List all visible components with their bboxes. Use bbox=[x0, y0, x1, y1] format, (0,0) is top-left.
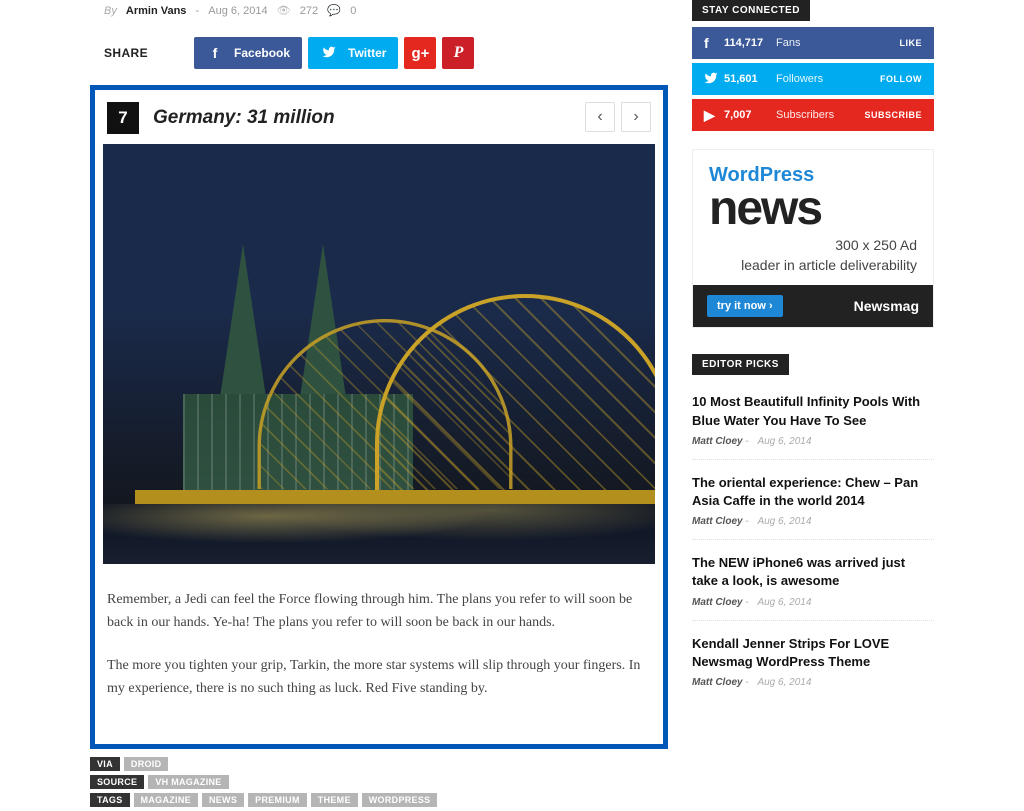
chevron-left-icon: ‹ bbox=[597, 108, 602, 126]
social-twitter-row[interactable]: 51,601 Followers FOLLOW bbox=[692, 63, 934, 95]
youtube-label: Subscribers bbox=[776, 109, 864, 121]
facebook-icon: f bbox=[206, 45, 224, 61]
social-counter: f 114,717 Fans LIKE 51,601 Followers FOL… bbox=[692, 27, 934, 131]
by-label: By bbox=[104, 5, 117, 17]
pinterest-icon: P bbox=[454, 44, 464, 62]
comment-icon: 💬 bbox=[327, 4, 341, 17]
comment-count: 0 bbox=[350, 5, 356, 17]
next-button[interactable]: › bbox=[621, 102, 651, 132]
pick-author[interactable]: Matt Cloey bbox=[692, 597, 743, 608]
pick-author[interactable]: Matt Cloey bbox=[692, 677, 743, 688]
post-date: Aug 6, 2014 bbox=[208, 5, 267, 17]
youtube-action: SUBSCRIBE bbox=[864, 110, 922, 120]
tags-block: VIA DROID SOURCE VH MAGAZINE TAGS MAGAZI… bbox=[90, 757, 668, 807]
googleplus-icon: g+ bbox=[412, 45, 430, 62]
card-number: 7 bbox=[107, 102, 139, 134]
share-googleplus-button[interactable]: g+ bbox=[404, 37, 436, 69]
card-paragraph: The more you tighten your grip, Tarkin, … bbox=[103, 654, 655, 720]
card-body: Remember, a Jedi can feel the Force flow… bbox=[103, 588, 655, 720]
share-twitter-label: Twitter bbox=[348, 46, 386, 60]
ad-line1: 300 x 250 Ad bbox=[709, 236, 917, 256]
facebook-icon: f bbox=[704, 35, 724, 51]
pick-title[interactable]: The oriental experience: Chew – Pan Asia… bbox=[692, 474, 934, 510]
prev-button[interactable]: ‹ bbox=[585, 102, 615, 132]
pick-author[interactable]: Matt Cloey bbox=[692, 436, 743, 447]
pick-item: 10 Most Beautifull Infinity Pools With B… bbox=[692, 379, 934, 458]
share-row: SHARE f Facebook Twitter g+ P bbox=[90, 31, 668, 85]
card-paragraph: Remember, a Jedi can feel the Force flow… bbox=[103, 588, 655, 654]
twitter-icon bbox=[320, 45, 338, 62]
tag-item[interactable]: NEWS bbox=[202, 793, 244, 807]
youtube-count: 7,007 bbox=[724, 109, 776, 121]
youtube-icon: ▶ bbox=[704, 107, 724, 124]
ad-line2: leader in article deliverability bbox=[709, 256, 917, 276]
tags-label: TAGS bbox=[90, 793, 130, 807]
pick-item: The oriental experience: Chew – Pan Asia… bbox=[692, 459, 934, 539]
pick-date: Aug 6, 2014 bbox=[757, 597, 811, 608]
share-facebook-button[interactable]: f Facebook bbox=[194, 37, 302, 69]
post-meta: By Armin Vans - Aug 6, 2014 👁 272 💬 0 bbox=[90, 0, 668, 31]
twitter-action: FOLLOW bbox=[880, 74, 922, 84]
ad-try-button[interactable]: try it now › bbox=[707, 295, 783, 317]
via-value[interactable]: DROID bbox=[124, 757, 169, 771]
share-pinterest-button[interactable]: P bbox=[442, 37, 474, 69]
stay-connected-title: STAY CONNECTED bbox=[692, 0, 810, 21]
chevron-right-icon: › bbox=[633, 108, 638, 126]
pick-date: Aug 6, 2014 bbox=[757, 436, 811, 447]
source-value[interactable]: VH MAGAZINE bbox=[148, 775, 228, 789]
meta-sep: - bbox=[196, 5, 200, 17]
share-facebook-label: Facebook bbox=[234, 46, 290, 60]
sidebar-ad[interactable]: WordPress news 300 x 250 Ad leader in ar… bbox=[692, 149, 934, 328]
share-label: SHARE bbox=[104, 46, 148, 60]
pick-title[interactable]: Kendall Jenner Strips For LOVE Newsmag W… bbox=[692, 635, 934, 671]
author-link[interactable]: Armin Vans bbox=[126, 5, 187, 17]
share-twitter-button[interactable]: Twitter bbox=[308, 37, 398, 69]
via-label: VIA bbox=[90, 757, 120, 771]
card-image bbox=[103, 144, 655, 564]
editor-picks-title: EDITOR PICKS bbox=[692, 354, 789, 375]
source-label: SOURCE bbox=[90, 775, 144, 789]
pick-title[interactable]: 10 Most Beautifull Infinity Pools With B… bbox=[692, 393, 934, 429]
facebook-action: LIKE bbox=[899, 38, 922, 48]
tag-item[interactable]: PREMIUM bbox=[248, 793, 307, 807]
pick-date: Aug 6, 2014 bbox=[757, 516, 811, 527]
eye-icon: 👁 bbox=[277, 4, 291, 17]
pick-item: The NEW iPhone6 was arrived just take a … bbox=[692, 539, 934, 619]
card-title: Germany: 31 million bbox=[153, 107, 335, 129]
social-youtube-row[interactable]: ▶ 7,007 Subscribers SUBSCRIBE bbox=[692, 99, 934, 131]
gallery-card: 7 Germany: 31 million ‹ › Remember, a Je… bbox=[90, 85, 668, 749]
pick-author[interactable]: Matt Cloey bbox=[692, 516, 743, 527]
facebook-label: Fans bbox=[776, 37, 899, 49]
facebook-count: 114,717 bbox=[724, 37, 776, 49]
ad-brand: Newsmag bbox=[854, 298, 919, 314]
twitter-label: Followers bbox=[776, 73, 880, 85]
twitter-count: 51,601 bbox=[724, 73, 776, 85]
twitter-icon bbox=[704, 71, 724, 88]
tag-item[interactable]: MAGAZINE bbox=[134, 793, 198, 807]
editor-picks-list: 10 Most Beautifull Infinity Pools With B… bbox=[692, 379, 934, 700]
ad-news-text: news bbox=[709, 187, 917, 230]
social-facebook-row[interactable]: f 114,717 Fans LIKE bbox=[692, 27, 934, 59]
tag-item[interactable]: WORDPRESS bbox=[362, 793, 438, 807]
pick-item: Kendall Jenner Strips For LOVE Newsmag W… bbox=[692, 620, 934, 700]
tag-item[interactable]: THEME bbox=[311, 793, 358, 807]
view-count: 272 bbox=[300, 5, 318, 17]
pick-date: Aug 6, 2014 bbox=[757, 677, 811, 688]
pick-title[interactable]: The NEW iPhone6 was arrived just take a … bbox=[692, 554, 934, 590]
